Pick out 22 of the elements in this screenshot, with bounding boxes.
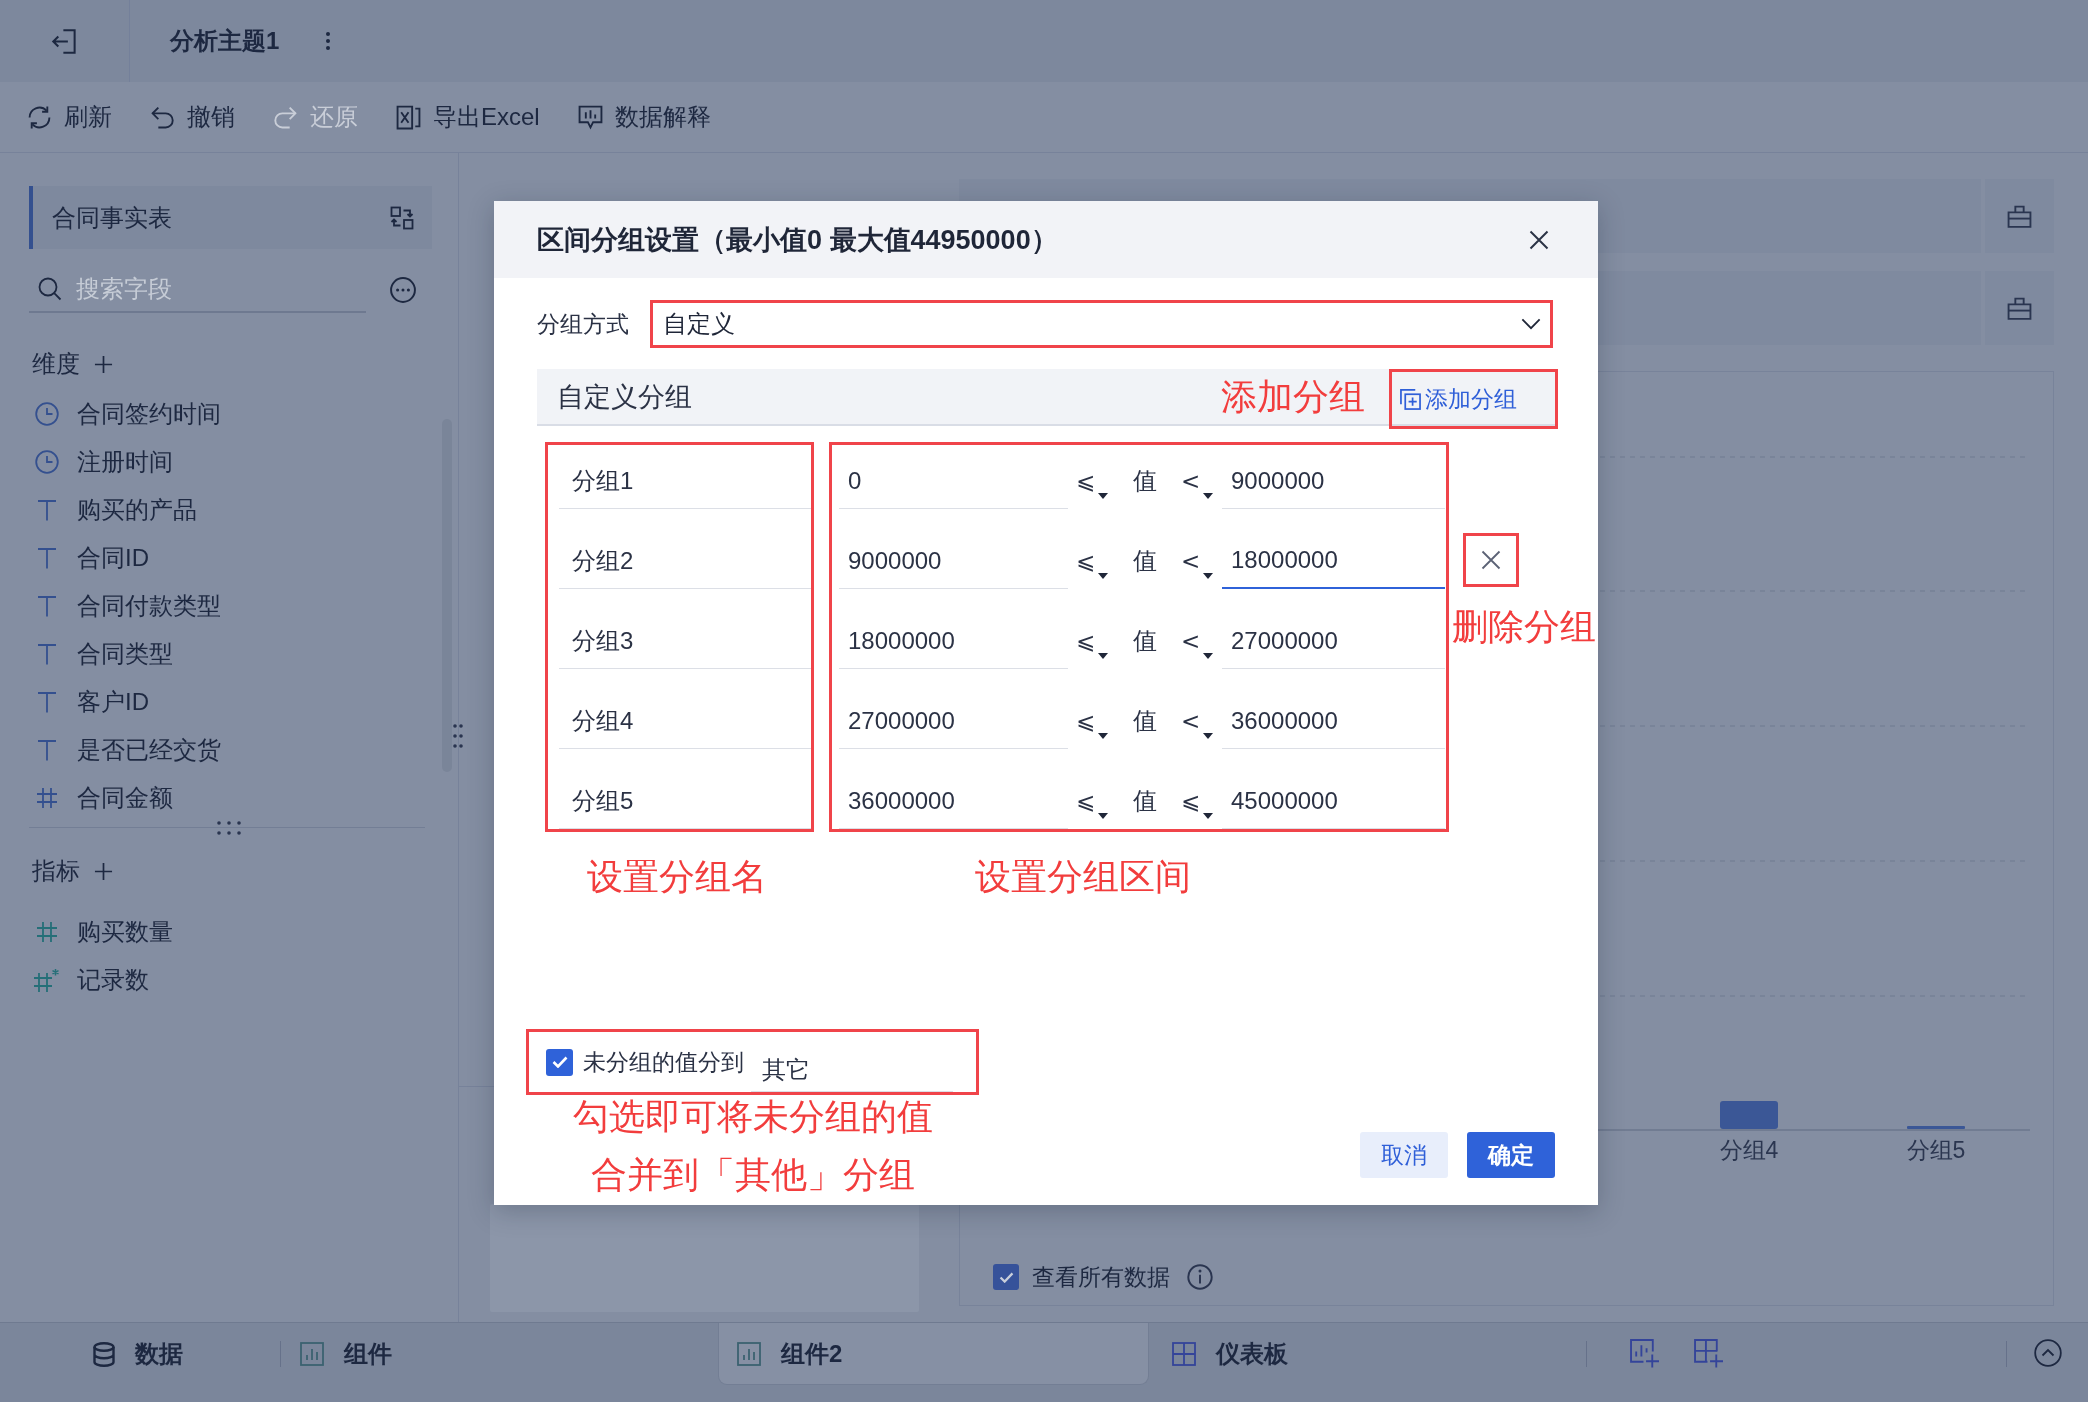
axis-label: 分组5: [1906, 1137, 1966, 1163]
dialog-title: 区间分组设置（最小值0 最大值44950000）: [537, 223, 1058, 257]
checkbox-label: 未分组的值分到: [583, 1047, 744, 1077]
section-title: 自定义分组: [557, 380, 692, 414]
annotation-text: 合并到「其他」分组: [590, 1153, 915, 1197]
axis-label: 分组4: [1719, 1137, 1779, 1163]
value-label: 值: [1133, 786, 1157, 816]
annotation-text: 设置分组名: [587, 856, 767, 897]
section-title: 指标: [32, 856, 80, 886]
value-label: 值: [1133, 626, 1157, 656]
field-label: 分组方式: [537, 309, 630, 339]
page-title: 分析主题1: [170, 26, 280, 56]
table-name: 合同事实表: [52, 202, 172, 233]
annotation-text: 勾选即可将未分组的值: [572, 1095, 933, 1139]
annotation-text: 添加分组: [1221, 374, 1365, 419]
value-label: 值: [1133, 706, 1157, 736]
value-label: 值: [1133, 546, 1157, 576]
annotation-text: 删除分组: [1452, 605, 1596, 649]
section-title: 维度: [32, 349, 80, 379]
annotation-text: 设置分组区间: [975, 856, 1191, 897]
value-label: 值: [1133, 466, 1157, 496]
checkbox-label: 查看所有数据: [1032, 1262, 1170, 1292]
